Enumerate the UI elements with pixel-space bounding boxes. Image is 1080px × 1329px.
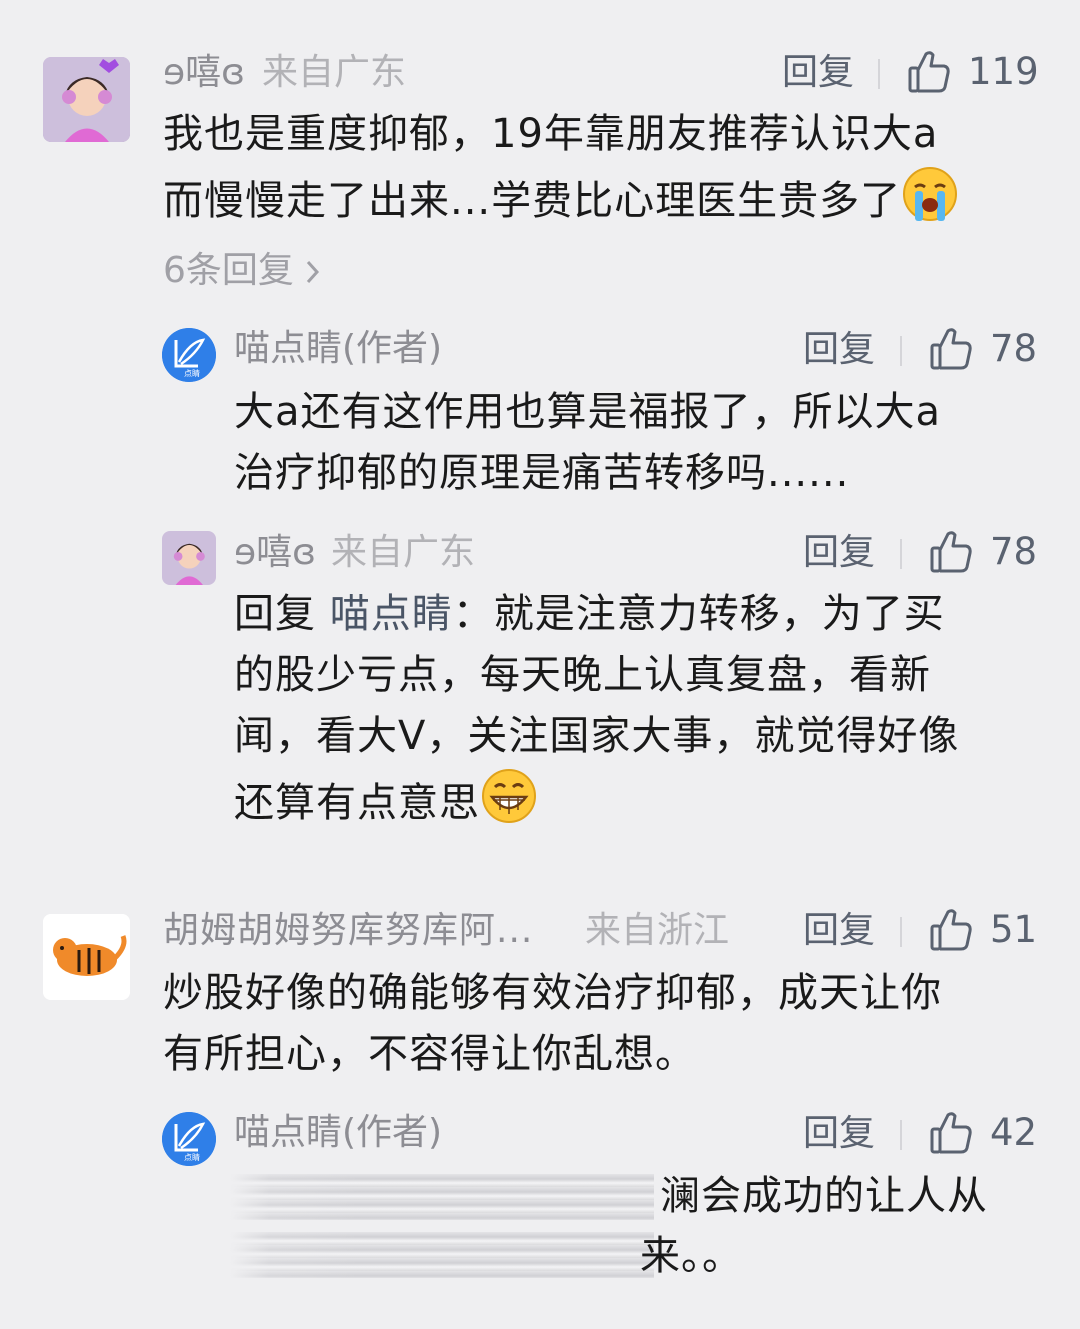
reply-button[interactable]: 回复 xyxy=(803,1111,875,1157)
reply-username[interactable]: 喵点睛(作者) xyxy=(234,1110,442,1156)
comment-text-line: 我也是重度抑郁，19年靠朋友推荐认识大a xyxy=(163,111,939,157)
like-count: 51 xyxy=(990,908,1038,951)
reply-text-line: 大a还有这作用也算是福报了，所以大a xyxy=(234,389,942,435)
divider xyxy=(900,539,902,569)
mention-link[interactable]: 喵点睛 xyxy=(330,591,453,637)
avatar[interactable] xyxy=(43,914,130,1000)
avatar[interactable] xyxy=(43,57,130,142)
svg-text:点睛: 点睛 xyxy=(184,1152,200,1162)
comment-text: 炒股好像的确能够有效治疗抑郁，成天让你 有所担心，不容得让你乱想。 xyxy=(163,963,1053,1085)
reply-text-line: 的股少亏点，每天晚上认真复盘，看新 xyxy=(234,652,931,698)
comment-location: 来自浙江 xyxy=(585,910,730,951)
reply-button[interactable]: 回复 xyxy=(803,327,875,373)
reply-text-line: 闻，看大V，关注国家大事，就觉得好像 xyxy=(234,713,960,759)
reply-text-line: 还算有点意思 xyxy=(234,767,1054,843)
redacted-fade xyxy=(230,1174,360,1220)
author-avatar[interactable]: 点睛 xyxy=(162,1112,216,1166)
thumbs-up-icon[interactable] xyxy=(930,530,972,574)
reply-text-line-4: 还算有点意思 xyxy=(234,780,480,826)
reply-button[interactable]: 回复 xyxy=(803,908,875,954)
like-count: 119 xyxy=(968,50,1039,93)
thumbs-up-icon[interactable] xyxy=(930,1111,972,1155)
reply-location: 来自广东 xyxy=(331,532,476,573)
comment-text-line: 有所担心，不容得让你乱想。 xyxy=(163,1031,696,1077)
grinning-face-icon xyxy=(480,767,538,843)
comment-location: 来自广东 xyxy=(262,52,407,93)
divider xyxy=(900,1120,902,1150)
reply-button[interactable]: 回复 xyxy=(803,530,875,576)
divider xyxy=(900,917,902,947)
like-count: 78 xyxy=(990,530,1038,573)
comment-text: 我也是重度抑郁，19年靠朋友推荐认识大a 而慢慢走了出来...学费比心理医生贵多… xyxy=(163,104,1043,241)
divider xyxy=(900,336,902,366)
redacted-fade xyxy=(230,1232,360,1278)
thumbs-up-icon[interactable] xyxy=(908,50,950,94)
reply-text-line: 回复 喵点睛：就是注意力转移，为了买 xyxy=(234,584,1054,645)
comment-text-line: 炒股好像的确能够有效治疗抑郁，成天让你 xyxy=(163,970,942,1016)
reply-text: 大a还有这作用也算是福报了，所以大a 治疗抑郁的原理是痛苦转移吗...... xyxy=(234,382,1054,504)
reply-text: 回复 喵点睛：就是注意力转移，为了买 的股少亏点，每天晚上认真复盘，看新 闻，看… xyxy=(234,584,1054,843)
crying-face-icon xyxy=(901,165,959,241)
comment-username[interactable]: ɘ嘻ɞ xyxy=(163,50,245,96)
comment-text-line-2: 而慢慢走了出来...学费比心理医生贵多了 xyxy=(163,178,902,224)
more-replies-label[interactable]: 6条回复 xyxy=(163,250,294,291)
reply-text-line: 治疗抑郁的原理是痛苦转移吗...... xyxy=(234,450,850,496)
more-replies-link[interactable]: 6条回复 xyxy=(163,248,321,294)
svg-text:点睛: 点睛 xyxy=(184,368,200,378)
like-count: 42 xyxy=(990,1111,1038,1154)
author-avatar[interactable]: 点睛 xyxy=(162,328,216,382)
divider xyxy=(878,59,880,89)
thumbs-up-icon[interactable] xyxy=(930,908,972,952)
comment-username[interactable]: 胡姆胡姆努库努库阿... xyxy=(163,908,533,954)
thumbs-up-icon[interactable] xyxy=(930,327,972,371)
reply-text-visible: 澜会成功的让人从 xyxy=(660,1173,988,1219)
reply-username[interactable]: 喵点睛(作者) xyxy=(234,326,442,372)
reply-text-visible: 来。。 xyxy=(640,1233,743,1279)
reply-username[interactable]: ɘ嘻ɞ xyxy=(234,530,316,576)
comment-text-line: 而慢慢走了出来...学费比心理医生贵多了 xyxy=(163,165,1043,241)
reply-button[interactable]: 回复 xyxy=(782,50,854,96)
reply-prefix: 回复 xyxy=(234,591,316,637)
reply-text-rest: ：就是注意力转移，为了买 xyxy=(452,591,945,637)
avatar[interactable] xyxy=(162,531,216,585)
like-count: 78 xyxy=(990,327,1038,370)
chevron-right-icon xyxy=(294,250,321,291)
